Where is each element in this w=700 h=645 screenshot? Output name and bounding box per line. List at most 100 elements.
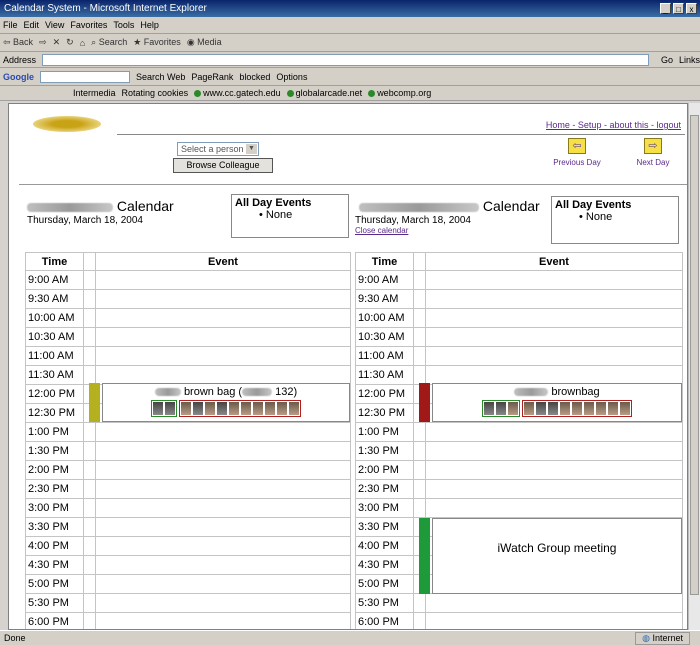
close-button[interactable]: x [686,3,697,14]
event-slot[interactable] [95,308,351,328]
event-slot[interactable] [425,422,683,442]
media-label: Media [197,37,222,47]
event-slot[interactable] [425,270,683,290]
event-slot[interactable] [95,441,351,461]
vertical-scrollbar[interactable] [688,103,700,630]
search-web-button[interactable]: Search Web [136,72,185,82]
time-slot-label: 12:30 PM [355,403,414,423]
go-button[interactable]: Go [661,55,673,65]
event-slot[interactable] [425,460,683,480]
stop-icon[interactable]: ✕ [53,37,61,48]
time-row: 4:00 PM [25,536,351,556]
event-slot[interactable] [95,555,351,575]
event-slot[interactable] [425,441,683,461]
top-nav-links[interactable]: Home - Setup - about this - logout [546,120,681,130]
right-brownbag-event[interactable]: brownbag [432,383,682,422]
event-slot[interactable] [425,593,683,613]
divider [117,134,685,135]
right-iwatch-event[interactable]: iWatch Group meeting [432,518,682,594]
time-slot-label: 4:00 PM [355,536,414,556]
event-slot[interactable] [425,365,683,385]
attendee-group-other [522,400,632,417]
event-slot[interactable] [425,308,683,328]
event-slot[interactable] [425,289,683,309]
menu-file[interactable]: File [3,20,18,30]
left-brownbag-event[interactable]: brown bag ( 132) [102,383,350,422]
link-intermedia[interactable]: Intermedia [73,88,116,98]
event-slot[interactable] [425,479,683,499]
event-slot[interactable] [95,460,351,480]
time-slot-label: 3:30 PM [25,517,84,537]
event-slot[interactable] [425,498,683,518]
forward-button[interactable]: ⇨ [39,37,47,48]
close-calendar-link[interactable]: Close calendar [355,226,540,235]
scrollbar-thumb[interactable] [690,115,699,595]
next-day-button[interactable]: ⇨ Next Day [623,138,683,167]
globe-icon [286,90,294,98]
address-input[interactable] [42,53,649,66]
options-button[interactable]: Options [276,72,307,82]
person-select[interactable]: Select a person ▼ [177,142,259,156]
event-slot[interactable] [95,327,351,347]
menu-edit[interactable]: Edit [24,20,40,30]
links-button[interactable]: Links [679,55,700,65]
event-slot[interactable] [95,593,351,613]
time-slot-label: 9:30 AM [25,289,84,309]
avatar [265,402,275,415]
right-event1-color-bar [419,383,430,422]
event-slot[interactable] [95,574,351,594]
minimize-button[interactable]: _ [660,3,671,14]
popup-blocked[interactable]: blocked [239,72,270,82]
time-slot-label: 9:00 AM [355,270,414,290]
arrow-right-icon: ⇨ [644,138,662,154]
link-gatech[interactable]: www.cc.gatech.edu [194,88,281,98]
media-button[interactable]: ◉ Media [187,37,222,48]
menu-favorites[interactable]: Favorites [70,20,107,30]
previous-day-button[interactable]: ⇦ Previous Day [547,138,607,167]
pagerank-button[interactable]: PageRank [191,72,233,82]
menu-tools[interactable]: Tools [113,20,134,30]
right-calendar-title: Calendar [355,198,540,214]
google-label[interactable]: Google [3,72,34,82]
event-slot[interactable] [95,612,351,629]
event-slot[interactable] [95,422,351,442]
event-slot[interactable] [95,365,351,385]
slot-gap [413,460,426,480]
event-slot[interactable] [425,346,683,366]
event-slot[interactable] [95,517,351,537]
event-slot[interactable] [95,289,351,309]
slot-gap [83,536,96,556]
window-title: Calendar System - Microsoft Internet Exp… [4,3,207,14]
refresh-icon[interactable]: ↻ [66,37,74,48]
back-button[interactable]: ⇦ Back [3,37,33,48]
event-slot[interactable] [95,346,351,366]
favorites-button[interactable]: ★ Favorites [133,37,181,48]
time-slot-label: 3:00 PM [25,498,84,518]
time-slot-label: 10:00 AM [355,308,414,328]
slot-gap [83,460,96,480]
link-globalarcade[interactable]: globalarcade.net [286,88,362,98]
time-row: 10:30 AM [355,327,683,347]
event-slot[interactable] [95,536,351,556]
right-calendar-title-text: Calendar [482,198,540,214]
gap-header [83,252,96,271]
home-icon[interactable]: ⌂ [80,38,85,48]
google-search-input[interactable] [40,70,130,83]
link-webcomp[interactable]: webcomp.org [368,88,431,98]
maximize-button[interactable]: □ [673,3,684,14]
event-slot[interactable] [95,270,351,290]
time-slot-label: 5:30 PM [25,593,84,613]
event-slot[interactable] [95,479,351,499]
menu-view[interactable]: View [45,20,64,30]
menu-help[interactable]: Help [140,20,159,30]
browse-colleague-button[interactable]: Browse Colleague [173,158,273,173]
event-slot[interactable] [425,327,683,347]
link-rotating[interactable]: Rotating cookies [122,88,189,98]
search-button[interactable]: ⌕ Search [91,37,127,48]
event-slot[interactable] [425,612,683,629]
status-text: Done [4,633,26,643]
all-day-none-text: None [265,209,293,221]
slot-gap [83,441,96,461]
event-slot[interactable] [95,498,351,518]
person-icon [217,402,227,415]
